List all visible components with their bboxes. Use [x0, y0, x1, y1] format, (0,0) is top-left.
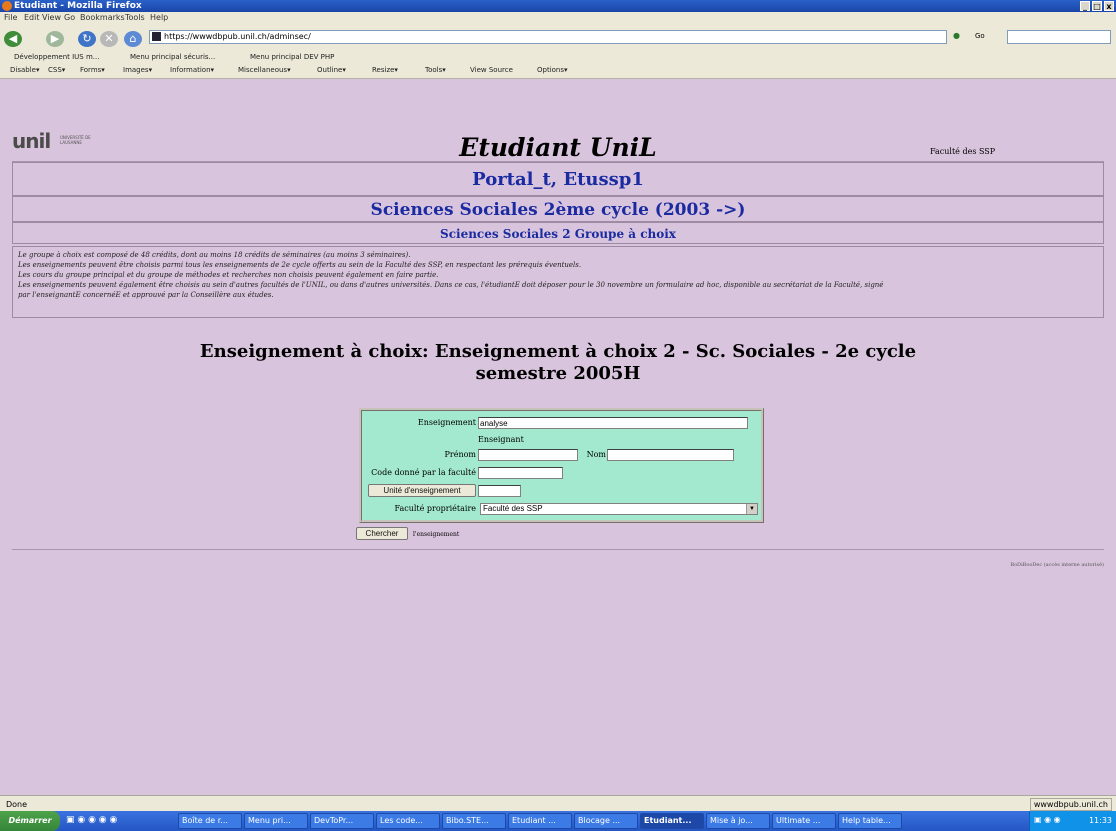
maximize-button[interactable]: □ — [1092, 1, 1102, 11]
go-label[interactable]: Go — [975, 32, 985, 40]
bookmarks-toolbar: Développement IUS m... Menu principal sé… — [0, 52, 1116, 66]
code-input[interactable] — [478, 467, 563, 479]
taskbar-item[interactable]: Help table... — [838, 813, 902, 829]
navigation-toolbar: ◀ ▶ ↻ ✕ ⌂ https://wwwdbpub.unil.ch/admin… — [0, 25, 1116, 53]
menu-bookmarks[interactable]: Bookmarks — [80, 13, 125, 22]
window-titlebar: Etudiant - Mozilla Firefox _ □ x — [0, 0, 1116, 12]
note-line: Les enseignements peuvent également être… — [18, 281, 884, 289]
taskbar-item[interactable]: Ultimate ... — [772, 813, 836, 829]
forward-icon[interactable]: ▶ — [46, 31, 64, 47]
menu-file[interactable]: File — [4, 13, 17, 22]
note-line: Le groupe à choix est composé de 48 créd… — [18, 251, 411, 259]
section-title-line1: Enseignement à choix: Enseignement à cho… — [199, 341, 917, 362]
bookmark-item[interactable]: Développement IUS m... — [14, 53, 99, 61]
code-label: Code donné par la faculté — [371, 468, 476, 477]
taskbar-item[interactable]: Menu pri... — [244, 813, 308, 829]
user-box: Portal_t, Etussp1 — [12, 162, 1104, 196]
footer-text: BoDiBooDec (accès interne autorisé) — [1010, 562, 1104, 568]
enseignant-label: Enseignant — [478, 435, 524, 444]
note-line: Les enseignements peuvent être choisis p… — [18, 261, 582, 269]
search-button[interactable]: Chercher — [356, 527, 408, 540]
footer-divider — [12, 549, 1104, 550]
dev-resize[interactable]: Resize▾ — [372, 66, 398, 74]
url-text: https://wwwdbpub.unil.ch/adminsec/ — [164, 32, 311, 41]
url-bar[interactable]: https://wwwdbpub.unil.ch/adminsec/ — [149, 30, 947, 44]
search-hint: l'enseignement — [413, 531, 460, 538]
minimize-button[interactable]: _ — [1080, 1, 1090, 11]
faculty-label: Faculté des SSP — [930, 147, 996, 156]
dev-miscellaneous[interactable]: Miscellaneous▾ — [238, 66, 291, 74]
start-button[interactable]: Démarrer — [0, 811, 60, 831]
quick-launch-icons[interactable]: ▣ ◉ ◉ ◉ ◉ — [66, 815, 136, 825]
unite-input[interactable] — [478, 485, 521, 497]
bookmark-item[interactable]: Menu principal DEV PHP — [250, 53, 334, 61]
faculte-select-value: Faculté des SSP — [483, 504, 543, 513]
unite-enseignement-button[interactable]: Unité d'enseignement — [368, 484, 476, 497]
enseignement-label: Enseignement — [417, 418, 476, 427]
program-box: Sciences Sociales 2ème cycle (2003 ->) — [12, 196, 1104, 222]
firefox-icon — [2, 1, 12, 11]
window-title: Etudiant - Mozilla Firefox — [14, 1, 142, 11]
dev-outline[interactable]: Outline▾ — [317, 66, 346, 74]
menu-bar: File Edit View Go Bookmarks Tools Help — [0, 12, 1116, 25]
taskbar-item[interactable]: DevToPr... — [310, 813, 374, 829]
dev-css[interactable]: CSS▾ — [48, 66, 65, 74]
search-input[interactable] — [1007, 30, 1111, 44]
reload-icon[interactable]: ↻ — [78, 31, 96, 47]
prenom-input[interactable] — [478, 449, 578, 461]
bookmark-item[interactable]: Menu principal sécuris... — [130, 53, 215, 61]
page-content: unil UNIVERSITÉ DE LAUSANNE Etudiant Uni… — [0, 79, 1116, 795]
dev-information[interactable]: Information▾ — [170, 66, 214, 74]
status-text: Done — [6, 800, 28, 809]
enseignement-input[interactable] — [478, 417, 748, 429]
dev-options[interactable]: Options▾ — [537, 66, 568, 74]
dev-view-source[interactable]: View Source — [470, 66, 513, 74]
menu-tools[interactable]: Tools — [125, 13, 145, 22]
taskbar-item[interactable]: Etudiant ... — [508, 813, 572, 829]
taskbar: Démarrer ▣ ◉ ◉ ◉ ◉ Boîte de r... Menu pr… — [0, 811, 1116, 831]
stop-icon[interactable]: ✕ — [100, 31, 118, 47]
go-icon[interactable]: ● — [953, 31, 960, 40]
menu-go[interactable]: Go — [64, 13, 75, 22]
note-line: par l'enseignantE concernéE et approuvé … — [18, 291, 274, 299]
section-title: Enseignement à choix: Enseignement à cho… — [0, 341, 1116, 385]
taskbar-item[interactable]: Blocage ... — [574, 813, 638, 829]
developer-toolbar: Disable▾ CSS▾ Forms▾ Images▾ Information… — [0, 65, 1116, 79]
status-bar: Done wwwdbpub.unil.ch — [0, 795, 1116, 812]
back-icon[interactable]: ◀ — [4, 31, 22, 47]
clock: 11:33 — [1088, 816, 1112, 825]
menu-help[interactable]: Help — [150, 13, 168, 22]
chevron-down-icon[interactable]: ▼ — [746, 504, 757, 514]
faculte-label: Faculté propriétaire — [394, 504, 476, 513]
system-tray: ▣ ◉ ◉ 11:33 — [1029, 811, 1116, 831]
taskbar-item[interactable]: Bibo.STE... — [442, 813, 506, 829]
taskbar-item[interactable]: Boîte de r... — [178, 813, 242, 829]
group-notes: Le groupe à choix est composé de 48 créd… — [12, 246, 1104, 318]
tray-icons[interactable]: ▣ ◉ ◉ — [1034, 815, 1061, 824]
faculte-select[interactable]: Faculté des SSP ▼ — [480, 503, 758, 515]
site-icon — [152, 32, 161, 41]
group-box: Sciences Sociales 2 Groupe à choix — [12, 222, 1104, 244]
menu-edit[interactable]: Edit — [24, 13, 40, 22]
dev-disable[interactable]: Disable▾ — [10, 66, 39, 74]
section-title-line2: semestre 2005H — [475, 363, 641, 384]
taskbar-item[interactable]: Mise à jo... — [706, 813, 770, 829]
close-button[interactable]: x — [1104, 1, 1114, 11]
prenom-label: Prénom — [444, 450, 477, 459]
search-form: Enseignement Enseignant Prénom Nom Code … — [359, 408, 764, 523]
note-line: Les cours du groupe principal et du grou… — [18, 271, 439, 279]
nom-label: Nom — [586, 450, 606, 459]
nom-input[interactable] — [607, 449, 734, 461]
taskbar-item-active[interactable]: Etudiant... — [640, 813, 704, 829]
menu-view[interactable]: View — [42, 13, 61, 22]
status-host: wwwdbpub.unil.ch — [1029, 798, 1112, 811]
dev-tools[interactable]: Tools▾ — [425, 66, 446, 74]
home-icon[interactable]: ⌂ — [124, 31, 142, 47]
dev-forms[interactable]: Forms▾ — [80, 66, 105, 74]
taskbar-item[interactable]: Les code... — [376, 813, 440, 829]
dev-images[interactable]: Images▾ — [123, 66, 152, 74]
